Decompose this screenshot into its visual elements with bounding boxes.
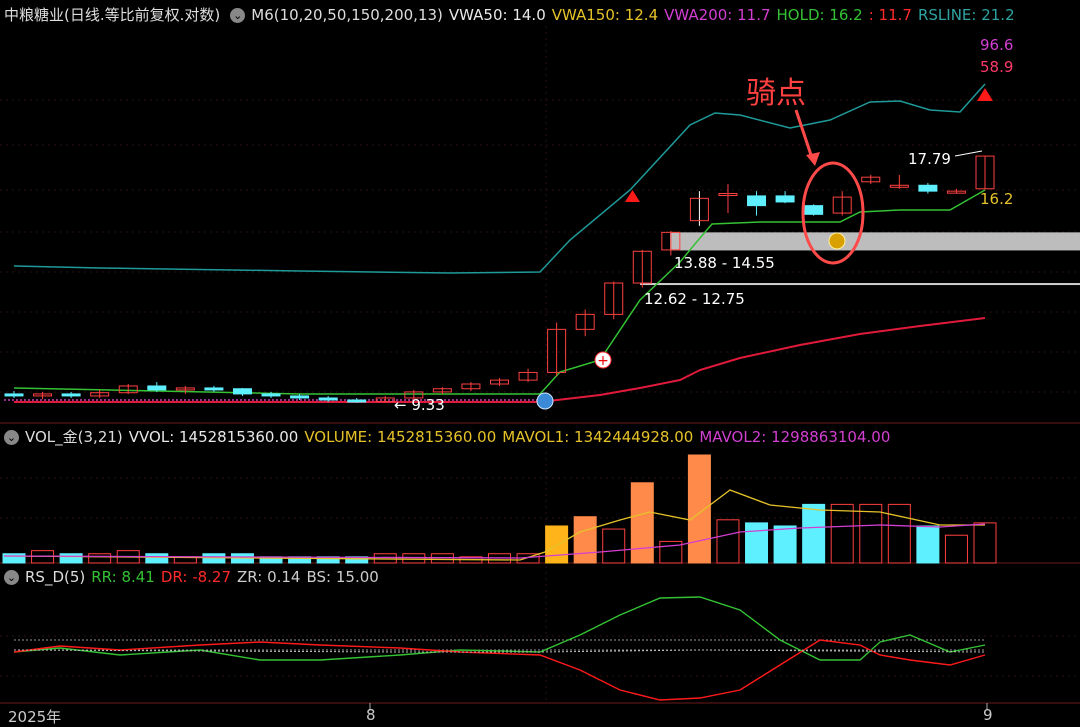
volume-bar-0	[2, 553, 26, 564]
price-label-high: 17.79	[908, 150, 951, 168]
candle-body-2	[61, 393, 81, 397]
volume-bar-33	[944, 534, 968, 564]
candle-body-0	[4, 393, 24, 397]
candle-body-8	[232, 388, 252, 395]
support-zone-lower	[640, 283, 1080, 286]
candle-body-10	[290, 395, 310, 399]
price-label-zone2: 12.62 - 12.75	[644, 290, 745, 308]
money-bag-icon	[828, 232, 846, 250]
volume-bar-7	[202, 553, 226, 564]
x-axis-label-aug: 8	[366, 706, 376, 724]
price-arrow	[954, 150, 983, 157]
candle-body-9	[261, 393, 281, 397]
candle-body-12	[347, 399, 367, 403]
volume-bar-20	[573, 516, 597, 564]
volume-bar-28	[802, 503, 826, 564]
callout-arrow-head	[806, 152, 820, 166]
volume-bar-5	[145, 553, 169, 564]
volume-bar-24	[687, 454, 711, 564]
candle-body-5	[147, 385, 167, 391]
blue-dot-marker	[536, 392, 554, 410]
support-zone-upper	[670, 232, 1080, 251]
volume-bar-2	[59, 553, 83, 564]
volume-bar-21	[602, 528, 626, 564]
candle-body-32	[918, 184, 938, 192]
annotation-title: 骑点	[746, 76, 806, 111]
dr-series	[13, 639, 986, 701]
mavol1-series	[3, 489, 985, 561]
candle-body-26	[747, 195, 767, 207]
candle-body-28	[804, 205, 824, 215]
price-label-low: ← 9.33	[394, 396, 445, 414]
price-label-hold: 16.2	[980, 190, 1014, 208]
candle-body-27	[775, 195, 795, 203]
volume-bar-22	[630, 482, 654, 564]
callout-arrow-line	[794, 109, 814, 159]
volume-bar-32	[916, 525, 940, 564]
right-value-1: 96.6	[980, 36, 1014, 54]
plus-marker-glyph: +	[597, 353, 609, 369]
stock-chart[interactable]: +	[0, 0, 1080, 726]
candle-body-11	[318, 397, 338, 401]
x-axis-label-year: 2025年	[8, 708, 62, 726]
volume-bar-27	[773, 525, 797, 564]
mavol2-series	[3, 523, 986, 559]
volume-bar-30	[859, 503, 883, 564]
hold-series	[13, 189, 986, 395]
right-value-2: 58.9	[980, 58, 1014, 76]
volume-bar-19	[545, 525, 569, 564]
volume-bar-3	[88, 553, 112, 564]
x-axis-label-sep: 9	[983, 706, 993, 724]
volume-bar-26	[745, 522, 769, 564]
price-label-zone1: 13.88 - 14.55	[674, 254, 775, 272]
candle-body-7	[204, 387, 224, 391]
volume-bar-29	[830, 503, 854, 564]
volume-bar-31	[887, 503, 911, 564]
volume-bar-34	[973, 522, 997, 564]
volume-bar-14	[402, 553, 426, 564]
volume-bar-25	[716, 519, 740, 564]
